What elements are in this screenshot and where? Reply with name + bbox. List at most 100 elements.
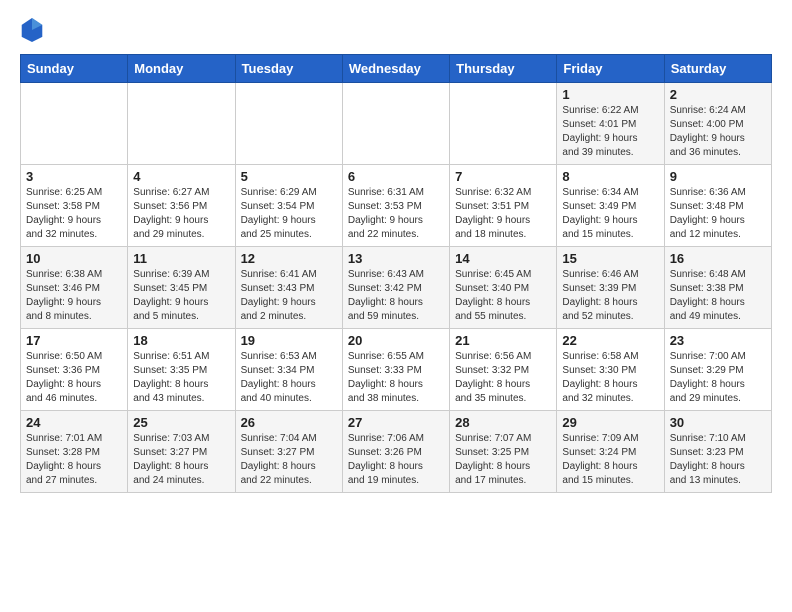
calendar-cell: 10 Sunrise: 6:38 AM Sunset: 3:46 PM Dayli… — [21, 247, 128, 329]
calendar-body: 1Sunrise: 6:22 AM Sunset: 4:01 PM Daylig… — [21, 83, 772, 493]
day-number: 11 — [133, 251, 229, 266]
day-detail: Sunrise: 6:48 AM Sunset: 3:38 PM Dayligh… — [670, 268, 766, 324]
day-number: 10 — [26, 251, 122, 266]
header-row: SundayMondayTuesdayWednesdayThursdayFrid… — [21, 55, 772, 83]
day-detail: Sunrise: 6:24 AM Sunset: 4:00 PM Dayligh… — [670, 104, 766, 160]
day-number: 4 — [133, 169, 229, 184]
calendar-cell — [450, 83, 557, 165]
calendar-cell: 28 Sunrise: 7:07 AM Sunset: 3:25 PM Dayli… — [450, 411, 557, 493]
calendar-cell: 23 Sunrise: 7:00 AM Sunset: 3:29 PM Dayli… — [664, 329, 771, 411]
header-day-monday: Monday — [128, 55, 235, 83]
day-detail: Sunrise: 6:51 AM Sunset: 3:35 PM Dayligh… — [133, 350, 229, 406]
header-day-friday: Friday — [557, 55, 664, 83]
calendar-cell: 24 Sunrise: 7:01 AM Sunset: 3:28 PM Dayli… — [21, 411, 128, 493]
header-day-saturday: Saturday — [664, 55, 771, 83]
calendar-cell: 21 Sunrise: 6:56 AM Sunset: 3:32 PM Dayli… — [450, 329, 557, 411]
day-detail: Sunrise: 7:09 AM Sunset: 3:24 PM Dayligh… — [562, 432, 658, 488]
calendar-cell — [342, 83, 449, 165]
day-number: 29 — [562, 415, 658, 430]
calendar-cell — [128, 83, 235, 165]
header-day-tuesday: Tuesday — [235, 55, 342, 83]
calendar-cell: 6 Sunrise: 6:31 AM Sunset: 3:53 PM Daylig… — [342, 165, 449, 247]
week-row-4: 17 Sunrise: 6:50 AM Sunset: 3:36 PM Dayli… — [21, 329, 772, 411]
calendar-cell: 27 Sunrise: 7:06 AM Sunset: 3:26 PM Dayli… — [342, 411, 449, 493]
day-detail: Sunrise: 7:03 AM Sunset: 3:27 PM Dayligh… — [133, 432, 229, 488]
calendar-cell: 7 Sunrise: 6:32 AM Sunset: 3:51 PM Daylig… — [450, 165, 557, 247]
day-detail: Sunrise: 6:29 AM Sunset: 3:54 PM Dayligh… — [241, 186, 337, 242]
day-number: 14 — [455, 251, 551, 266]
calendar-cell: 1Sunrise: 6:22 AM Sunset: 4:01 PM Daylig… — [557, 83, 664, 165]
calendar-cell: 9 Sunrise: 6:36 AM Sunset: 3:48 PM Daylig… — [664, 165, 771, 247]
day-detail: Sunrise: 6:36 AM Sunset: 3:48 PM Dayligh… — [670, 186, 766, 242]
header-day-wednesday: Wednesday — [342, 55, 449, 83]
calendar-header: SundayMondayTuesdayWednesdayThursdayFrid… — [21, 55, 772, 83]
day-detail: Sunrise: 6:43 AM Sunset: 3:42 PM Dayligh… — [348, 268, 444, 324]
day-number: 16 — [670, 251, 766, 266]
day-detail: Sunrise: 6:34 AM Sunset: 3:49 PM Dayligh… — [562, 186, 658, 242]
week-row-5: 24 Sunrise: 7:01 AM Sunset: 3:28 PM Dayli… — [21, 411, 772, 493]
day-number: 9 — [670, 169, 766, 184]
day-detail: Sunrise: 6:32 AM Sunset: 3:51 PM Dayligh… — [455, 186, 551, 242]
day-number: 27 — [348, 415, 444, 430]
day-number: 19 — [241, 333, 337, 348]
calendar-cell: 2 Sunrise: 6:24 AM Sunset: 4:00 PM Daylig… — [664, 83, 771, 165]
calendar-cell: 29 Sunrise: 7:09 AM Sunset: 3:24 PM Dayli… — [557, 411, 664, 493]
day-detail: Sunrise: 6:53 AM Sunset: 3:34 PM Dayligh… — [241, 350, 337, 406]
day-detail: Sunrise: 6:41 AM Sunset: 3:43 PM Dayligh… — [241, 268, 337, 324]
calendar-cell: 26 Sunrise: 7:04 AM Sunset: 3:27 PM Dayli… — [235, 411, 342, 493]
calendar-cell: 18 Sunrise: 6:51 AM Sunset: 3:35 PM Dayli… — [128, 329, 235, 411]
day-number: 21 — [455, 333, 551, 348]
day-detail: Sunrise: 7:04 AM Sunset: 3:27 PM Dayligh… — [241, 432, 337, 488]
calendar-cell: 20Sunrise: 6:55 AM Sunset: 3:33 PM Dayli… — [342, 329, 449, 411]
header-day-sunday: Sunday — [21, 55, 128, 83]
calendar-cell: 11 Sunrise: 6:39 AM Sunset: 3:45 PM Dayli… — [128, 247, 235, 329]
logo — [20, 16, 48, 44]
day-number: 26 — [241, 415, 337, 430]
day-detail: Sunrise: 6:27 AM Sunset: 3:56 PM Dayligh… — [133, 186, 229, 242]
week-row-1: 1Sunrise: 6:22 AM Sunset: 4:01 PM Daylig… — [21, 83, 772, 165]
day-number: 15 — [562, 251, 658, 266]
calendar-table: SundayMondayTuesdayWednesdayThursdayFrid… — [20, 54, 772, 493]
calendar-cell: 13 Sunrise: 6:43 AM Sunset: 3:42 PM Dayli… — [342, 247, 449, 329]
calendar-cell: 17 Sunrise: 6:50 AM Sunset: 3:36 PM Dayli… — [21, 329, 128, 411]
day-detail: Sunrise: 6:22 AM Sunset: 4:01 PM Dayligh… — [562, 104, 658, 160]
day-detail: Sunrise: 6:39 AM Sunset: 3:45 PM Dayligh… — [133, 268, 229, 324]
header-day-thursday: Thursday — [450, 55, 557, 83]
day-number: 12 — [241, 251, 337, 266]
calendar-cell: 16 Sunrise: 6:48 AM Sunset: 3:38 PM Dayli… — [664, 247, 771, 329]
day-number: 7 — [455, 169, 551, 184]
day-number: 23 — [670, 333, 766, 348]
day-detail: Sunrise: 6:50 AM Sunset: 3:36 PM Dayligh… — [26, 350, 122, 406]
calendar-cell: 15Sunrise: 6:46 AM Sunset: 3:39 PM Dayli… — [557, 247, 664, 329]
day-detail: Sunrise: 6:31 AM Sunset: 3:53 PM Dayligh… — [348, 186, 444, 242]
day-detail: Sunrise: 6:38 AM Sunset: 3:46 PM Dayligh… — [26, 268, 122, 324]
day-number: 6 — [348, 169, 444, 184]
page-header — [20, 16, 772, 44]
day-detail: Sunrise: 6:58 AM Sunset: 3:30 PM Dayligh… — [562, 350, 658, 406]
week-row-3: 10 Sunrise: 6:38 AM Sunset: 3:46 PM Dayli… — [21, 247, 772, 329]
day-detail: Sunrise: 6:55 AM Sunset: 3:33 PM Dayligh… — [348, 350, 444, 406]
day-number: 28 — [455, 415, 551, 430]
day-number: 30 — [670, 415, 766, 430]
calendar-cell — [21, 83, 128, 165]
calendar-cell: 22 Sunrise: 6:58 AM Sunset: 3:30 PM Dayli… — [557, 329, 664, 411]
week-row-2: 3 Sunrise: 6:25 AM Sunset: 3:58 PM Daylig… — [21, 165, 772, 247]
calendar-cell — [235, 83, 342, 165]
calendar-cell: 5Sunrise: 6:29 AM Sunset: 3:54 PM Daylig… — [235, 165, 342, 247]
day-number: 3 — [26, 169, 122, 184]
calendar-cell: 3 Sunrise: 6:25 AM Sunset: 3:58 PM Daylig… — [21, 165, 128, 247]
day-detail: Sunrise: 7:07 AM Sunset: 3:25 PM Dayligh… — [455, 432, 551, 488]
calendar-cell: 4 Sunrise: 6:27 AM Sunset: 3:56 PM Daylig… — [128, 165, 235, 247]
day-detail: Sunrise: 6:25 AM Sunset: 3:58 PM Dayligh… — [26, 186, 122, 242]
day-number: 2 — [670, 87, 766, 102]
day-number: 24 — [26, 415, 122, 430]
day-number: 17 — [26, 333, 122, 348]
day-detail: Sunrise: 7:00 AM Sunset: 3:29 PM Dayligh… — [670, 350, 766, 406]
day-number: 18 — [133, 333, 229, 348]
day-detail: Sunrise: 7:06 AM Sunset: 3:26 PM Dayligh… — [348, 432, 444, 488]
calendar-cell: 19 Sunrise: 6:53 AM Sunset: 3:34 PM Dayli… — [235, 329, 342, 411]
day-detail: Sunrise: 6:56 AM Sunset: 3:32 PM Dayligh… — [455, 350, 551, 406]
day-number: 22 — [562, 333, 658, 348]
day-number: 13 — [348, 251, 444, 266]
day-detail: Sunrise: 7:01 AM Sunset: 3:28 PM Dayligh… — [26, 432, 122, 488]
